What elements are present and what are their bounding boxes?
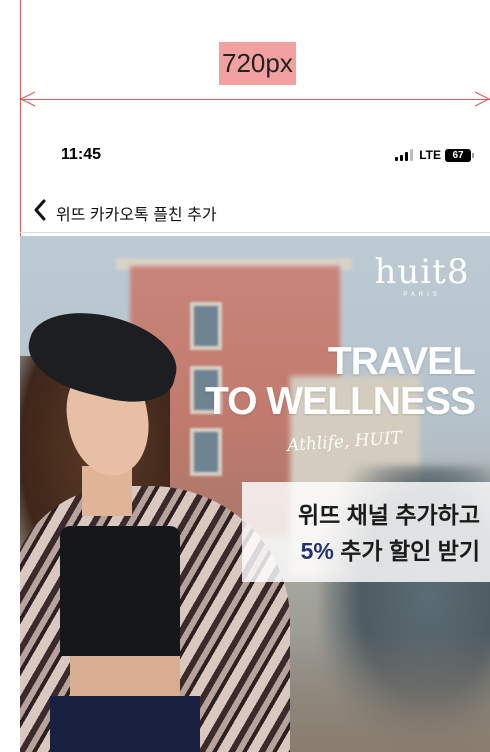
width-measurement-label: 720px — [219, 42, 296, 85]
ruler-left-arrow-icon — [20, 91, 36, 107]
promo-line-1: 위뜨 채널 추가하고 — [297, 502, 480, 528]
chevron-left-icon — [34, 199, 46, 221]
model-top — [60, 526, 180, 656]
model-leggings — [50, 696, 200, 752]
building-window — [190, 428, 222, 476]
network-type: LTE — [419, 148, 441, 162]
navigation-bar: 위뜨 카카오톡 플친 추가 — [20, 190, 490, 233]
status-time: 11:45 — [61, 146, 102, 163]
brand-logo: huit8 PARIS — [372, 254, 472, 298]
brand-name: huit8 — [374, 252, 470, 292]
page-title: 위뜨 카카오톡 플친 추가 — [56, 207, 217, 224]
status-bar: 11:45 LTE 67 — [20, 140, 490, 170]
promo-text-box: 위뜨 채널 추가하고 5% 추가 할인 받기 — [242, 482, 490, 582]
brand-sub: PARIS — [403, 292, 441, 298]
headline-line-1: TRAVEL — [327, 340, 476, 383]
back-button[interactable] — [30, 198, 50, 222]
battery-level: 67 — [445, 148, 471, 162]
battery-icon: 67 — [445, 148, 474, 162]
promo-discount-percent: 5% — [300, 538, 334, 564]
cellular-signal-icon — [395, 149, 415, 161]
ruler-right-arrow-icon — [474, 91, 490, 107]
promo-line-2-text: 추가 할인 받기 — [333, 538, 480, 564]
headline-line-2: TO WELLNESS — [205, 380, 476, 423]
width-ruler-line — [20, 99, 490, 100]
promo-banner-image[interactable]: huit8 PARIS TRAVEL TO WELLNESS Athlife, … — [20, 236, 490, 752]
banner-headline: TRAVEL TO WELLNESS — [205, 340, 476, 423]
status-indicators: LTE 67 — [395, 148, 474, 162]
promo-line-2: 5% 추가 할인 받기 — [301, 532, 480, 566]
